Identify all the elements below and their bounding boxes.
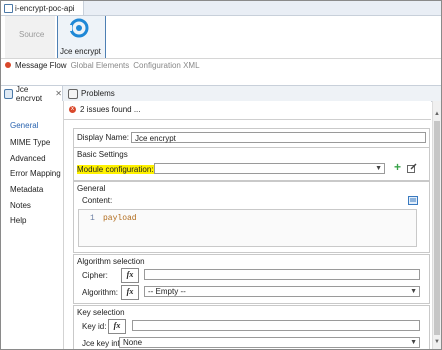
tab-problems[interactable]: Problems	[65, 86, 115, 101]
flow-canvas: Source Jce encrypt	[1, 16, 441, 59]
tab-global-elements[interactable]: Global Elements	[71, 61, 130, 70]
chevron-down-icon: ▼	[410, 339, 417, 346]
properties-nav: General MIME Type Advanced Error Mapping…	[1, 101, 64, 349]
tab-configuration-xml[interactable]: Configuration XML	[133, 61, 199, 70]
jce-key-info-select[interactable]: None ▼	[119, 337, 420, 348]
nav-item-metadata[interactable]: Metadata	[10, 185, 43, 194]
key-id-field[interactable]	[132, 320, 420, 331]
editor-tab[interactable]: i-encrypt-poc-api	[1, 1, 84, 15]
message-flow-icon	[5, 62, 11, 68]
key-selection-group: Key selection Key id: fx Jce key info No…	[73, 305, 430, 349]
edit-icon[interactable]	[407, 163, 417, 173]
nav-item-general[interactable]: General	[10, 121, 38, 130]
editor-window: i-encrypt-poc-api Source Jce encrypt Mes…	[0, 0, 442, 350]
problems-icon	[68, 88, 78, 99]
cipher-field[interactable]	[144, 269, 420, 280]
scroll-down-icon[interactable]: ▼	[434, 339, 440, 345]
algorithm-selection-title: Algorithm selection	[77, 257, 145, 266]
tab-message-flow[interactable]: Message Flow	[5, 61, 67, 70]
tab-message-flow-label: Message Flow	[15, 60, 67, 70]
algorithm-selection-group: Algorithm selection Cipher: fx Algorithm…	[73, 254, 430, 304]
editor-tab-title: i-encrypt-poc-api	[15, 3, 75, 13]
editor-subtabs: Message Flow Global Elements Configurati…	[1, 58, 441, 72]
issues-text: 2 issues found ...	[80, 105, 141, 114]
nav-item-help[interactable]: Help	[10, 216, 26, 225]
basic-settings-title: Basic Settings	[77, 150, 128, 159]
module-configuration-select[interactable]: ▼	[154, 163, 385, 174]
key-id-label: Key id:	[82, 322, 107, 331]
component-label: Jce encrypt	[60, 47, 101, 56]
chevron-down-icon: ▼	[375, 165, 382, 172]
tab-global-elements-label: Global Elements	[70, 60, 130, 70]
add-icon[interactable]: +	[394, 160, 401, 174]
editor-tab-bar: i-encrypt-poc-api	[1, 1, 441, 16]
general-group: General Content: 1 payload	[73, 181, 430, 253]
issues-summary[interactable]: x 2 issues found ...	[69, 105, 140, 114]
nav-item-error-mapping[interactable]: Error Mapping	[10, 169, 61, 178]
chevron-down-icon: ▼	[410, 288, 417, 295]
basic-settings-group: Basic Settings Module configuration: ▼ +	[73, 147, 430, 181]
jce-key-info-value: None	[123, 338, 143, 347]
properties-icon	[4, 88, 13, 99]
canvas-divider	[105, 16, 106, 58]
properties-tab-bar: Jce encrypt ✕ Problems	[1, 84, 441, 103]
divider	[64, 119, 431, 120]
properties-content: x 2 issues found ... Display Name: Jce e…	[64, 101, 431, 349]
jce-encrypt-icon	[65, 18, 89, 38]
display-name-label: Display Name:	[77, 133, 130, 142]
expression-mode-icon[interactable]	[408, 196, 418, 205]
source-label: Source	[19, 30, 45, 39]
module-configuration-label: Module configuration:	[77, 165, 154, 174]
tab-jce-encrypt-properties[interactable]: Jce encrypt ✕	[1, 84, 63, 103]
scroll-up-icon[interactable]: ▲	[434, 111, 440, 117]
problems-tab-label: Problems	[81, 89, 115, 98]
vertical-scrollbar[interactable]: ▲ ▼	[432, 101, 441, 349]
algorithm-value: -- Empty --	[148, 287, 186, 296]
properties-tab-label: Jce encrypt	[15, 84, 43, 103]
general-title: General	[77, 184, 106, 193]
content-editor[interactable]: 1 payload	[78, 209, 417, 247]
nav-item-notes[interactable]: Notes	[10, 201, 31, 210]
display-name-field[interactable]: Jce encrypt	[131, 132, 426, 143]
fx-icon[interactable]: fx	[121, 285, 139, 300]
mule-file-icon	[4, 3, 13, 13]
content-text: payload	[103, 214, 137, 223]
scrollbar-thumb[interactable]	[434, 121, 440, 335]
tab-configuration-xml-label: Configuration XML	[133, 60, 200, 70]
cipher-label: Cipher:	[82, 271, 108, 280]
error-icon: x	[69, 106, 76, 113]
algorithm-label: Algorithm:	[82, 288, 119, 297]
nav-item-mime-type[interactable]: MIME Type	[10, 138, 50, 147]
display-name-group: Display Name: Jce encrypt	[73, 128, 430, 148]
line-number: 1	[90, 214, 95, 223]
algorithm-select[interactable]: -- Empty -- ▼	[144, 286, 420, 297]
close-icon[interactable]: ✕	[55, 89, 62, 98]
nav-item-advanced[interactable]: Advanced	[10, 154, 46, 163]
source-area[interactable]: Source	[5, 16, 55, 58]
fx-icon[interactable]: fx	[108, 319, 126, 334]
fx-icon[interactable]: fx	[121, 268, 139, 283]
jce-key-info-label: Jce key info	[82, 339, 125, 348]
content-label: Content:	[82, 196, 113, 205]
key-selection-title: Key selection	[77, 308, 125, 317]
